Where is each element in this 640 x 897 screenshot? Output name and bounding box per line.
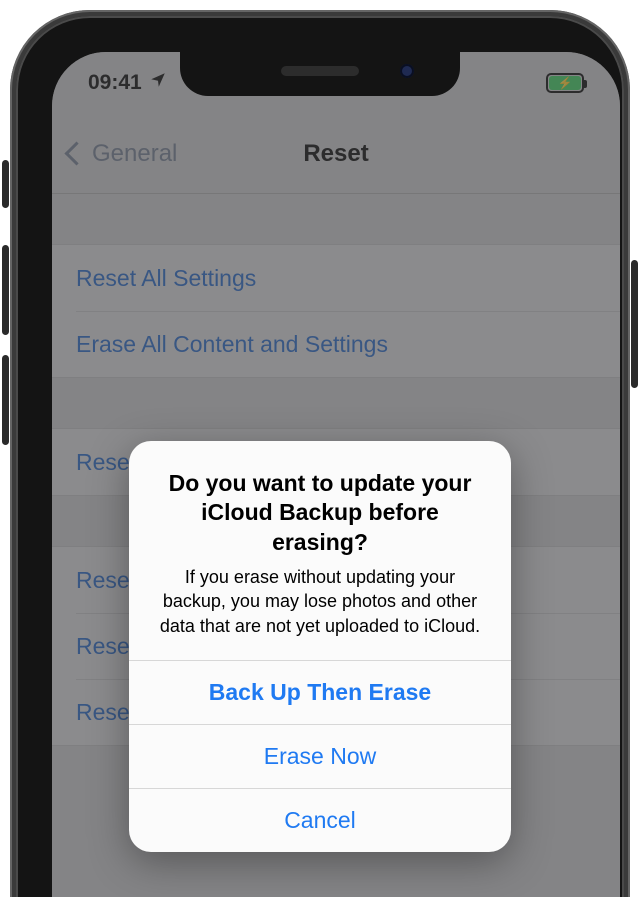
phone-inner-frame: 09:41 ⚡ General	[16, 16, 624, 897]
phone-frame: 09:41 ⚡ General	[10, 10, 630, 897]
list-group-1: Reset All Settings Erase All Content and…	[52, 244, 620, 378]
phone-notch	[180, 52, 460, 96]
erase-now-button[interactable]: Erase Now	[129, 724, 511, 788]
charging-bolt-icon: ⚡	[558, 76, 573, 90]
back-up-then-erase-button[interactable]: Back Up Then Erase	[129, 660, 511, 724]
alert-dialog: Do you want to update your iCloud Backup…	[129, 441, 511, 852]
back-button[interactable]: General	[68, 114, 177, 193]
alert-body: Do you want to update your iCloud Backup…	[129, 441, 511, 660]
status-time: 09:41	[88, 71, 142, 95]
row-label: Rese	[76, 449, 130, 476]
status-right: ⚡	[546, 73, 584, 93]
row-reset-all-settings[interactable]: Reset All Settings	[52, 245, 620, 311]
button-label: Back Up Then Erase	[209, 679, 431, 706]
button-label: Erase Now	[264, 743, 376, 770]
chevron-left-icon	[64, 141, 88, 165]
page-title: Reset	[303, 140, 368, 168]
row-label: Reset All Settings	[76, 265, 256, 292]
phone-side-mute	[2, 160, 9, 208]
battery-fill: ⚡	[549, 76, 581, 90]
location-icon	[149, 71, 167, 95]
cancel-button[interactable]: Cancel	[129, 788, 511, 852]
speaker-grille	[281, 66, 359, 76]
phone-side-power	[631, 260, 638, 388]
spacer	[52, 378, 620, 428]
status-left: 09:41	[88, 71, 167, 95]
stage: 09:41 ⚡ General	[0, 0, 640, 897]
button-label: Cancel	[284, 807, 356, 834]
row-label: Erase All Content and Settings	[76, 331, 388, 358]
battery-icon: ⚡	[546, 73, 584, 93]
row-label: Rese	[76, 699, 130, 726]
front-camera	[400, 64, 414, 78]
row-erase-all-content[interactable]: Erase All Content and Settings	[76, 311, 620, 377]
row-label: Rese	[76, 633, 130, 660]
nav-bar: General Reset	[52, 114, 620, 194]
alert-message: If you erase without updating your backu…	[155, 565, 485, 637]
row-label: Rese	[76, 567, 130, 594]
alert-title: Do you want to update your iCloud Backup…	[155, 469, 485, 557]
back-label: General	[92, 140, 177, 168]
phone-side-vol-up	[2, 245, 9, 335]
phone-side-vol-down	[2, 355, 9, 445]
